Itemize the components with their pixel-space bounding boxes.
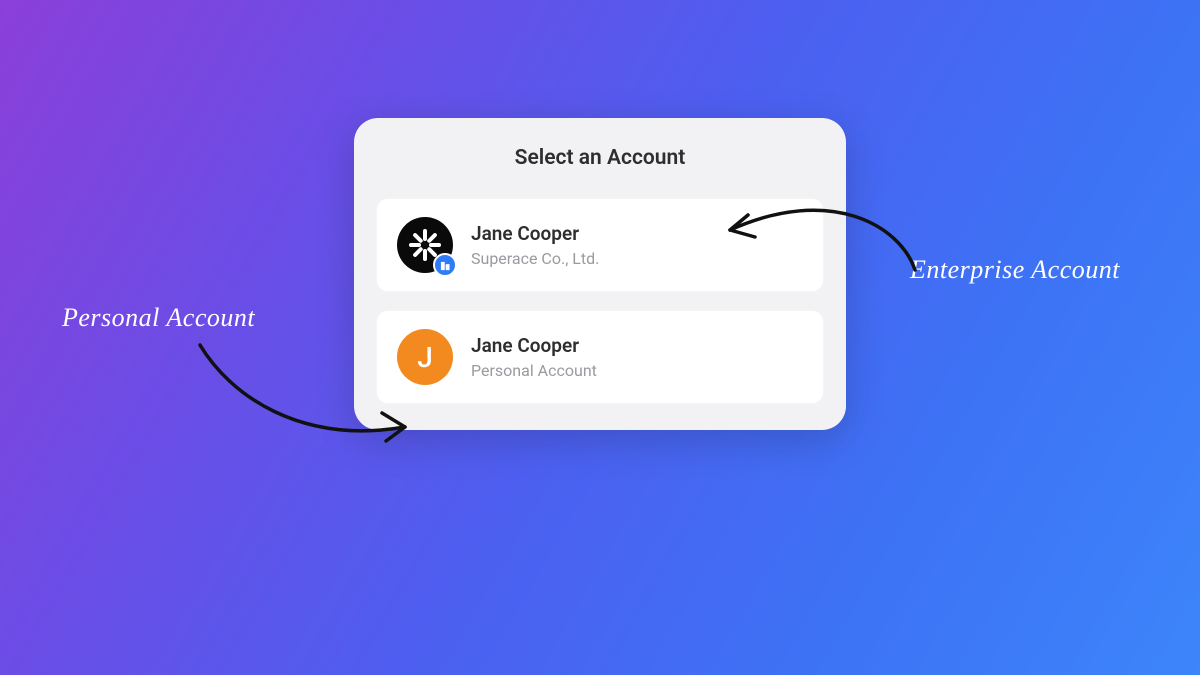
account-selection-modal: Select an Account (354, 118, 846, 430)
account-name: Jane Cooper (471, 222, 599, 245)
avatar (397, 217, 453, 273)
personal-avatar-icon: J (397, 329, 453, 385)
avatar-initial: J (417, 341, 433, 374)
avatar: J (397, 329, 453, 385)
modal-title: Select an Account (376, 146, 824, 170)
account-text: Jane Cooper Superace Co., Ltd. (471, 222, 599, 268)
account-option-personal[interactable]: J Jane Cooper Personal Account (376, 310, 824, 404)
annotation-personal: Personal Account (62, 303, 255, 333)
account-subtitle: Superace Co., Ltd. (471, 249, 599, 268)
building-badge-icon (433, 253, 457, 277)
account-text: Jane Cooper Personal Account (471, 334, 597, 380)
account-option-enterprise[interactable]: Jane Cooper Superace Co., Ltd. (376, 198, 824, 292)
annotation-enterprise: Enterprise Account (910, 255, 1120, 285)
account-name: Jane Cooper (471, 334, 597, 357)
account-subtitle: Personal Account (471, 361, 597, 380)
